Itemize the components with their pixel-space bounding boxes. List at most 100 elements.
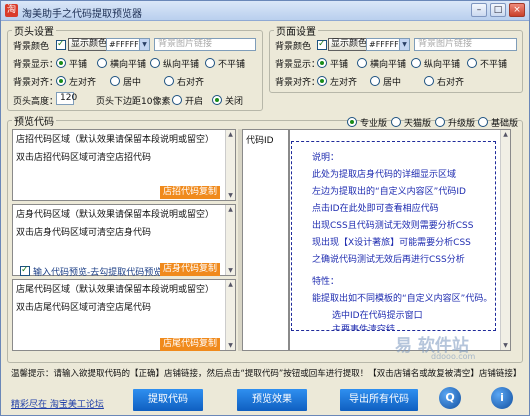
scroll-up-icon[interactable]: ▲ bbox=[226, 205, 235, 214]
code-line-7: 之确说代码测试无效后再进行CSS分析 bbox=[312, 255, 465, 265]
header-display-radio-none[interactable] bbox=[205, 58, 215, 68]
minimize-button[interactable]: – bbox=[471, 3, 487, 17]
header-bg-display-label: 背景显示： bbox=[13, 60, 59, 70]
version-option-pro: 专业版 bbox=[360, 119, 388, 129]
title-bar[interactable]: 淘 淘美助手之代码提取预览器 – □ × bbox=[1, 1, 529, 21]
info-icon[interactable]: i bbox=[491, 387, 513, 409]
shop-body-copy-button[interactable]: 店身代码复制 bbox=[160, 263, 221, 276]
code-line-6: 现出现【X设计著旅】可能需要分析CSS bbox=[312, 238, 471, 248]
chevron-down-icon: ▼ bbox=[139, 39, 149, 50]
code-line-5: 出现CSS且代码测试无效则需要分析CSS bbox=[312, 221, 474, 231]
header-bg-color-label: 背景颜色 bbox=[13, 42, 50, 52]
page-bg-image-input[interactable]: 背景图片链接 bbox=[414, 38, 517, 51]
shop-tail-hint: 双击店尾代码区域可清空店尾代码 bbox=[16, 303, 152, 313]
header-align-option-2: 居中 bbox=[123, 78, 142, 88]
search-icon[interactable]: Q bbox=[439, 387, 461, 409]
page-bg-color-checkbox[interactable] bbox=[317, 39, 327, 50]
page-align-radio-right[interactable] bbox=[424, 76, 434, 86]
page-display-radio-horizontal[interactable] bbox=[357, 58, 367, 68]
header-height-input[interactable]: 120 bbox=[56, 92, 77, 105]
header-settings-legend: 页头设置 bbox=[14, 27, 54, 38]
shop-body-hint: 双击店身代码区域可清空店身代码 bbox=[16, 228, 152, 238]
scroll-down-icon[interactable]: ▼ bbox=[226, 191, 235, 200]
shop-body-scrollbar[interactable]: ▲ ▼ bbox=[225, 205, 235, 275]
version-radio-upgrade[interactable] bbox=[435, 117, 445, 127]
close-button[interactable]: × bbox=[509, 3, 525, 17]
header-margin-option-off: 关闭 bbox=[225, 97, 244, 107]
header-align-radio-left[interactable] bbox=[56, 76, 66, 86]
version-option-basic: 基础版 bbox=[491, 119, 519, 129]
page-bg-color-label: 背景颜色 bbox=[275, 42, 312, 52]
shop-body-title: 店身代码区域（默认效果请保留本段说明或留空） bbox=[16, 210, 215, 220]
code-line-10: 选中ID在代码提示窗口 bbox=[332, 311, 423, 321]
header-bg-color-checkbox[interactable] bbox=[56, 39, 66, 50]
code-line-4: 点击ID在此处即可查看相应代码 bbox=[312, 204, 439, 214]
shop-sign-copy-button[interactable]: 店招代码复制 bbox=[160, 186, 221, 199]
header-align-radio-right[interactable] bbox=[164, 76, 174, 86]
code-line-3: 左边为提取出的“自定义内容区”代码ID bbox=[312, 187, 466, 197]
watermark-url: ddooo.com bbox=[431, 352, 476, 361]
page-display-option-4: 不平铺 bbox=[480, 60, 508, 70]
page-display-radio-tile[interactable] bbox=[317, 58, 327, 68]
app-window: 淘 淘美助手之代码提取预览器 – □ × 页头设置 背景颜色 显示颜色 #FFF… bbox=[0, 0, 530, 416]
page-align-radio-left[interactable] bbox=[317, 76, 327, 86]
header-color-select[interactable]: #FFFFFF ▼ bbox=[106, 38, 150, 51]
header-align-radio-center[interactable] bbox=[110, 76, 120, 86]
shop-tail-scrollbar[interactable]: ▲ ▼ bbox=[225, 280, 235, 350]
header-show-color-button[interactable]: 显示颜色 bbox=[68, 38, 111, 51]
scroll-up-icon[interactable]: ▲ bbox=[226, 130, 235, 139]
header-display-option-3: 纵向平铺 bbox=[163, 60, 200, 70]
shop-sign-title: 店招代码区域（默认效果请保留本段说明或留空） bbox=[16, 135, 215, 145]
header-display-option-2: 横向平铺 bbox=[110, 60, 147, 70]
window-title: 淘美助手之代码提取预览器 bbox=[22, 9, 142, 20]
extract-code-button[interactable]: 提取代码 bbox=[133, 389, 203, 411]
scroll-down-icon[interactable]: ▼ bbox=[226, 341, 235, 350]
version-option-tmall: 天猫版 bbox=[404, 119, 432, 129]
scroll-down-icon[interactable]: ▼ bbox=[226, 266, 235, 275]
scroll-down-icon[interactable]: ▼ bbox=[501, 341, 510, 350]
page-align-radio-center[interactable] bbox=[370, 76, 380, 86]
version-radio-basic[interactable] bbox=[478, 117, 488, 127]
version-radio-pro[interactable] bbox=[347, 117, 357, 127]
header-display-radio-tile[interactable] bbox=[56, 58, 66, 68]
page-align-option-1: 左对齐 bbox=[330, 78, 358, 88]
code-detail-box[interactable]: 说明： 此处为提取店身代码的详细显示区域 左边为提取出的“自定义内容区”代码ID… bbox=[291, 141, 496, 331]
page-bg-align-label: 背景对齐： bbox=[275, 78, 321, 88]
header-height-label: 页头高度： bbox=[13, 97, 59, 107]
header-display-radio-horizontal[interactable] bbox=[97, 58, 107, 68]
chevron-down-icon: ▼ bbox=[399, 39, 409, 50]
maximize-button[interactable]: □ bbox=[490, 3, 506, 17]
header-display-radio-vertical[interactable] bbox=[150, 58, 160, 68]
scroll-up-icon[interactable]: ▲ bbox=[501, 130, 510, 139]
shop-body-code-area[interactable]: 店身代码区域（默认效果请保留本段说明或留空） 双击店身代码区域可清空店身代码 输… bbox=[12, 204, 236, 278]
shop-tail-copy-button[interactable]: 店尾代码复制 bbox=[160, 338, 221, 351]
shop-sign-hint: 双击店招代码区域可清空店招代码 bbox=[16, 153, 152, 163]
export-all-code-button[interactable]: 导出所有代码 bbox=[340, 389, 418, 411]
page-show-color-button[interactable]: 显示颜色 bbox=[328, 38, 371, 51]
input-preview-checkbox[interactable] bbox=[20, 265, 30, 276]
version-radio-tmall[interactable] bbox=[391, 117, 401, 127]
code-id-list[interactable]: 代码ID bbox=[242, 129, 289, 351]
header-margin-radio-on[interactable] bbox=[172, 95, 182, 105]
header-margin-label: 页头下边距10像素 bbox=[96, 97, 171, 107]
code-line-2: 此处为提取店身代码的详细显示区域 bbox=[312, 170, 457, 180]
page-display-radio-vertical[interactable] bbox=[411, 58, 421, 68]
page-color-select[interactable]: #FFFFFF ▼ bbox=[366, 38, 410, 51]
preview-effect-button[interactable]: 预览效果 bbox=[237, 389, 307, 411]
page-settings-legend: 页面设置 bbox=[276, 27, 316, 38]
header-bg-image-input[interactable]: 背景图片链接 bbox=[154, 38, 256, 51]
header-align-option-1: 左对齐 bbox=[69, 78, 97, 88]
shop-tail-title: 店尾代码区域（默认效果请保留本段说明或留空） bbox=[16, 285, 215, 295]
code-detail-scrollbar[interactable]: ▲ ▼ bbox=[500, 130, 510, 350]
forum-link[interactable]: 精彩尽在 淘宝美工论坛 bbox=[11, 397, 104, 410]
header-margin-option-on: 开启 bbox=[185, 97, 204, 107]
scroll-up-icon[interactable]: ▲ bbox=[226, 280, 235, 289]
page-display-radio-none[interactable] bbox=[467, 58, 477, 68]
header-margin-radio-off[interactable] bbox=[212, 95, 222, 105]
preview-code-legend: 预览代码 bbox=[14, 117, 54, 128]
shop-tail-code-area[interactable]: 店尾代码区域（默认效果请保留本段说明或留空） 双击店尾代码区域可清空店尾代码 店… bbox=[12, 279, 236, 351]
shop-sign-code-area[interactable]: 店招代码区域（默认效果请保留本段说明或留空） 双击店招代码区域可清空店招代码 店… bbox=[12, 129, 236, 201]
shop-sign-scrollbar[interactable]: ▲ ▼ bbox=[225, 130, 235, 200]
app-logo-icon: 淘 bbox=[5, 4, 18, 17]
version-option-upgrade: 升级版 bbox=[448, 119, 476, 129]
